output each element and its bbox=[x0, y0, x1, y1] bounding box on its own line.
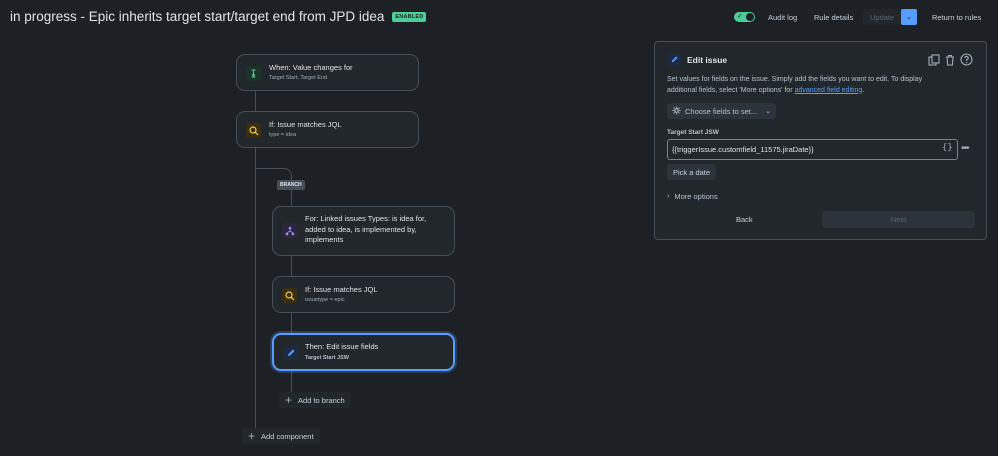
value-change-icon bbox=[246, 66, 261, 81]
description-end: . bbox=[862, 86, 865, 94]
branch-tag: BRANCH bbox=[277, 180, 305, 190]
chevron-down-icon[interactable]: ⌄ bbox=[901, 9, 917, 25]
panel-description: Set values for fields on the issue. Simp… bbox=[667, 75, 927, 96]
add-to-branch-button[interactable]: + Add to branch bbox=[279, 392, 351, 408]
trigger-subtitle: Target Start, Target End bbox=[269, 75, 327, 81]
branch-title: For: Linked issues Types: is idea for, a… bbox=[305, 214, 427, 244]
page-title: in progress - Epic inherits target start… bbox=[10, 9, 385, 24]
field-label: Target Start JSW bbox=[667, 129, 719, 136]
condition-subtitle: type = idea bbox=[269, 132, 297, 138]
check-icon: ✓ bbox=[737, 13, 743, 20]
rule-header: in progress - Epic inherits target start… bbox=[10, 9, 427, 24]
pick-date-button[interactable]: Pick a date bbox=[667, 164, 716, 180]
pencil-icon bbox=[668, 53, 681, 66]
more-options-toggle[interactable]: › More options bbox=[667, 192, 718, 201]
more-actions-icon[interactable]: ••• bbox=[961, 143, 969, 154]
trigger-card[interactable]: When: Value changes for Target Start, Ta… bbox=[236, 54, 419, 91]
trigger-title: When: Value changes for bbox=[269, 63, 353, 72]
connector bbox=[291, 255, 292, 276]
search-icon bbox=[282, 288, 297, 303]
plus-icon: + bbox=[285, 393, 293, 407]
enable-toggle[interactable]: ✓ bbox=[734, 12, 755, 22]
toggle-knob bbox=[746, 13, 754, 21]
choose-fields-label: Choose fields to set... bbox=[685, 106, 758, 116]
help-icon[interactable] bbox=[960, 53, 973, 71]
panel-title: Edit issue bbox=[687, 55, 728, 65]
action-subtitle: Target Start JSW bbox=[305, 355, 349, 361]
plus-icon: + bbox=[248, 429, 256, 443]
condition-title: If: Issue matches JQL bbox=[269, 120, 342, 129]
back-button[interactable]: Back bbox=[736, 215, 753, 224]
advanced-field-editing-link[interactable]: advanced field editing bbox=[795, 87, 863, 94]
connector bbox=[291, 312, 292, 333]
choose-fields-select[interactable]: Choose fields to set... ⌄ bbox=[667, 103, 776, 119]
smart-value-icon[interactable]: {} bbox=[942, 143, 953, 153]
next-button[interactable]: Next bbox=[822, 211, 975, 228]
condition-card[interactable]: If: Issue matches JQL type = idea bbox=[236, 111, 419, 148]
pencil-icon bbox=[283, 345, 298, 360]
connector bbox=[291, 370, 292, 392]
add-component-button[interactable]: + Add component bbox=[242, 428, 320, 444]
add-to-branch-label: Add to branch bbox=[298, 395, 345, 405]
field-value: {{triggerIssue.customfield_11575.jiraDat… bbox=[672, 145, 814, 154]
chevron-right-icon: › bbox=[667, 193, 670, 200]
rule-details-button[interactable]: Rule details bbox=[807, 9, 860, 25]
action-card[interactable]: Then: Edit issue fields Target Start JSW bbox=[272, 333, 455, 371]
branch-card[interactable]: For: Linked issues Types: is idea for, a… bbox=[272, 206, 455, 256]
more-options-label: More options bbox=[674, 192, 718, 201]
branch-icon bbox=[282, 223, 297, 238]
condition-subtitle: issuetype = epic bbox=[305, 297, 345, 303]
add-component-label: Add component bbox=[261, 431, 314, 441]
gear-icon bbox=[672, 105, 681, 117]
chevron-down-icon: ⌄ bbox=[765, 108, 771, 115]
connector bbox=[291, 190, 292, 207]
trash-icon[interactable] bbox=[944, 53, 956, 71]
copy-icon[interactable] bbox=[928, 53, 940, 71]
target-start-field[interactable]: {{triggerIssue.customfield_11575.jiraDat… bbox=[667, 139, 958, 160]
connector bbox=[255, 147, 256, 429]
condition-title: If: Issue matches JQL bbox=[305, 285, 378, 294]
return-to-rules-button[interactable]: Return to rules bbox=[925, 9, 988, 25]
search-icon bbox=[246, 123, 261, 138]
connector bbox=[255, 90, 256, 112]
update-button[interactable]: Update bbox=[863, 9, 902, 25]
status-badge: ENABLED bbox=[392, 11, 427, 22]
condition-card[interactable]: If: Issue matches JQL issuetype = epic bbox=[272, 276, 455, 313]
audit-log-button[interactable]: Audit log bbox=[761, 9, 804, 25]
action-title: Then: Edit issue fields bbox=[305, 342, 379, 351]
